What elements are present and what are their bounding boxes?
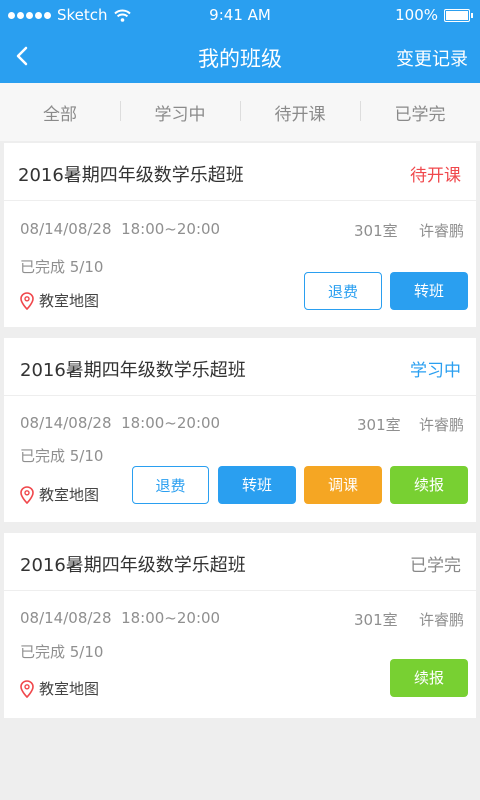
class-date-range: 08/14/08/28 [20, 609, 112, 627]
battery-icon [444, 8, 473, 22]
renew-button[interactable]: 续报 [390, 466, 468, 504]
status-bar: Sketch 9:41 AM 100% [0, 0, 480, 30]
battery-percent: 100% [395, 6, 438, 24]
transfer-button[interactable]: 转班 [218, 466, 296, 504]
tab-studying[interactable]: 学习中 [120, 100, 240, 125]
class-time: 18:00~20:00 [121, 414, 221, 432]
location-pin-icon [20, 485, 34, 504]
class-date: 08/14/08/28 18:00~20:00 [20, 609, 220, 627]
location-pin-icon [20, 291, 34, 310]
class-teacher: 许睿鹏 [418, 222, 464, 240]
class-status: 学习中 [410, 361, 461, 381]
class-teacher: 许睿鹏 [418, 416, 464, 434]
refund-button[interactable]: 退费 [304, 272, 382, 310]
class-status: 待开课 [410, 166, 461, 186]
classroom-map-link[interactable]: 教室地图 [20, 290, 99, 311]
classroom-map-label: 教室地图 [39, 292, 100, 310]
refund-button[interactable]: 退费 [132, 466, 209, 504]
class-time: 18:00~20:00 [121, 609, 221, 627]
class-date-range: 08/14/08/28 [20, 414, 112, 432]
class-progress: 已完成 5/10 [20, 643, 104, 661]
class-room: 301室 [354, 222, 398, 240]
class-card: 2016暑期四年级数学乐超班 待开课 08/14/08/28 18:00~20:… [4, 143, 476, 327]
transfer-button[interactable]: 转班 [390, 272, 468, 310]
renew-button[interactable]: 续报 [390, 659, 468, 697]
change-log-button[interactable]: 变更记录 [396, 45, 468, 71]
classroom-map-link[interactable]: 教室地图 [20, 484, 99, 505]
tab-completed[interactable]: 已学完 [360, 100, 480, 125]
class-time: 18:00~20:00 [121, 220, 221, 238]
class-room: 301室 [354, 611, 398, 629]
class-room: 301室 [357, 416, 401, 434]
class-status: 已学完 [410, 556, 461, 576]
class-progress: 已完成 5/10 [20, 258, 104, 276]
classroom-map-label: 教室地图 [39, 486, 100, 504]
class-date: 08/14/08/28 18:00~20:00 [20, 220, 220, 238]
reschedule-button[interactable]: 调课 [304, 466, 382, 504]
filter-tabs: 全部 学习中 待开课 已学完 [0, 83, 480, 141]
location-pin-icon [20, 679, 34, 698]
class-name: 2016暑期四年级数学乐超班 [20, 555, 246, 576]
class-name: 2016暑期四年级数学乐超班 [18, 165, 244, 186]
class-progress: 已完成 5/10 [20, 447, 104, 465]
class-date-range: 08/14/08/28 [20, 220, 112, 238]
tab-upcoming[interactable]: 待开课 [240, 100, 360, 125]
classroom-map-link[interactable]: 教室地图 [20, 678, 99, 699]
class-card: 2016暑期四年级数学乐超班 学习中 08/14/08/28 18:00~20:… [4, 338, 476, 522]
class-teacher: 许睿鹏 [418, 611, 464, 629]
class-date: 08/14/08/28 18:00~20:00 [20, 414, 220, 432]
class-card: 2016暑期四年级数学乐超班 已学完 08/14/08/28 18:00~20:… [4, 533, 476, 718]
class-card-header: 2016暑期四年级数学乐超班 待开课 [4, 143, 476, 201]
tab-all[interactable]: 全部 [0, 100, 120, 125]
status-bar-right: 100% [395, 6, 473, 24]
classroom-map-label: 教室地图 [39, 680, 100, 698]
nav-bar: 我的班级 变更记录 [0, 30, 480, 83]
class-card-header: 2016暑期四年级数学乐超班 学习中 [4, 338, 476, 396]
class-name: 2016暑期四年级数学乐超班 [20, 360, 246, 381]
class-card-header: 2016暑期四年级数学乐超班 已学完 [4, 533, 476, 591]
